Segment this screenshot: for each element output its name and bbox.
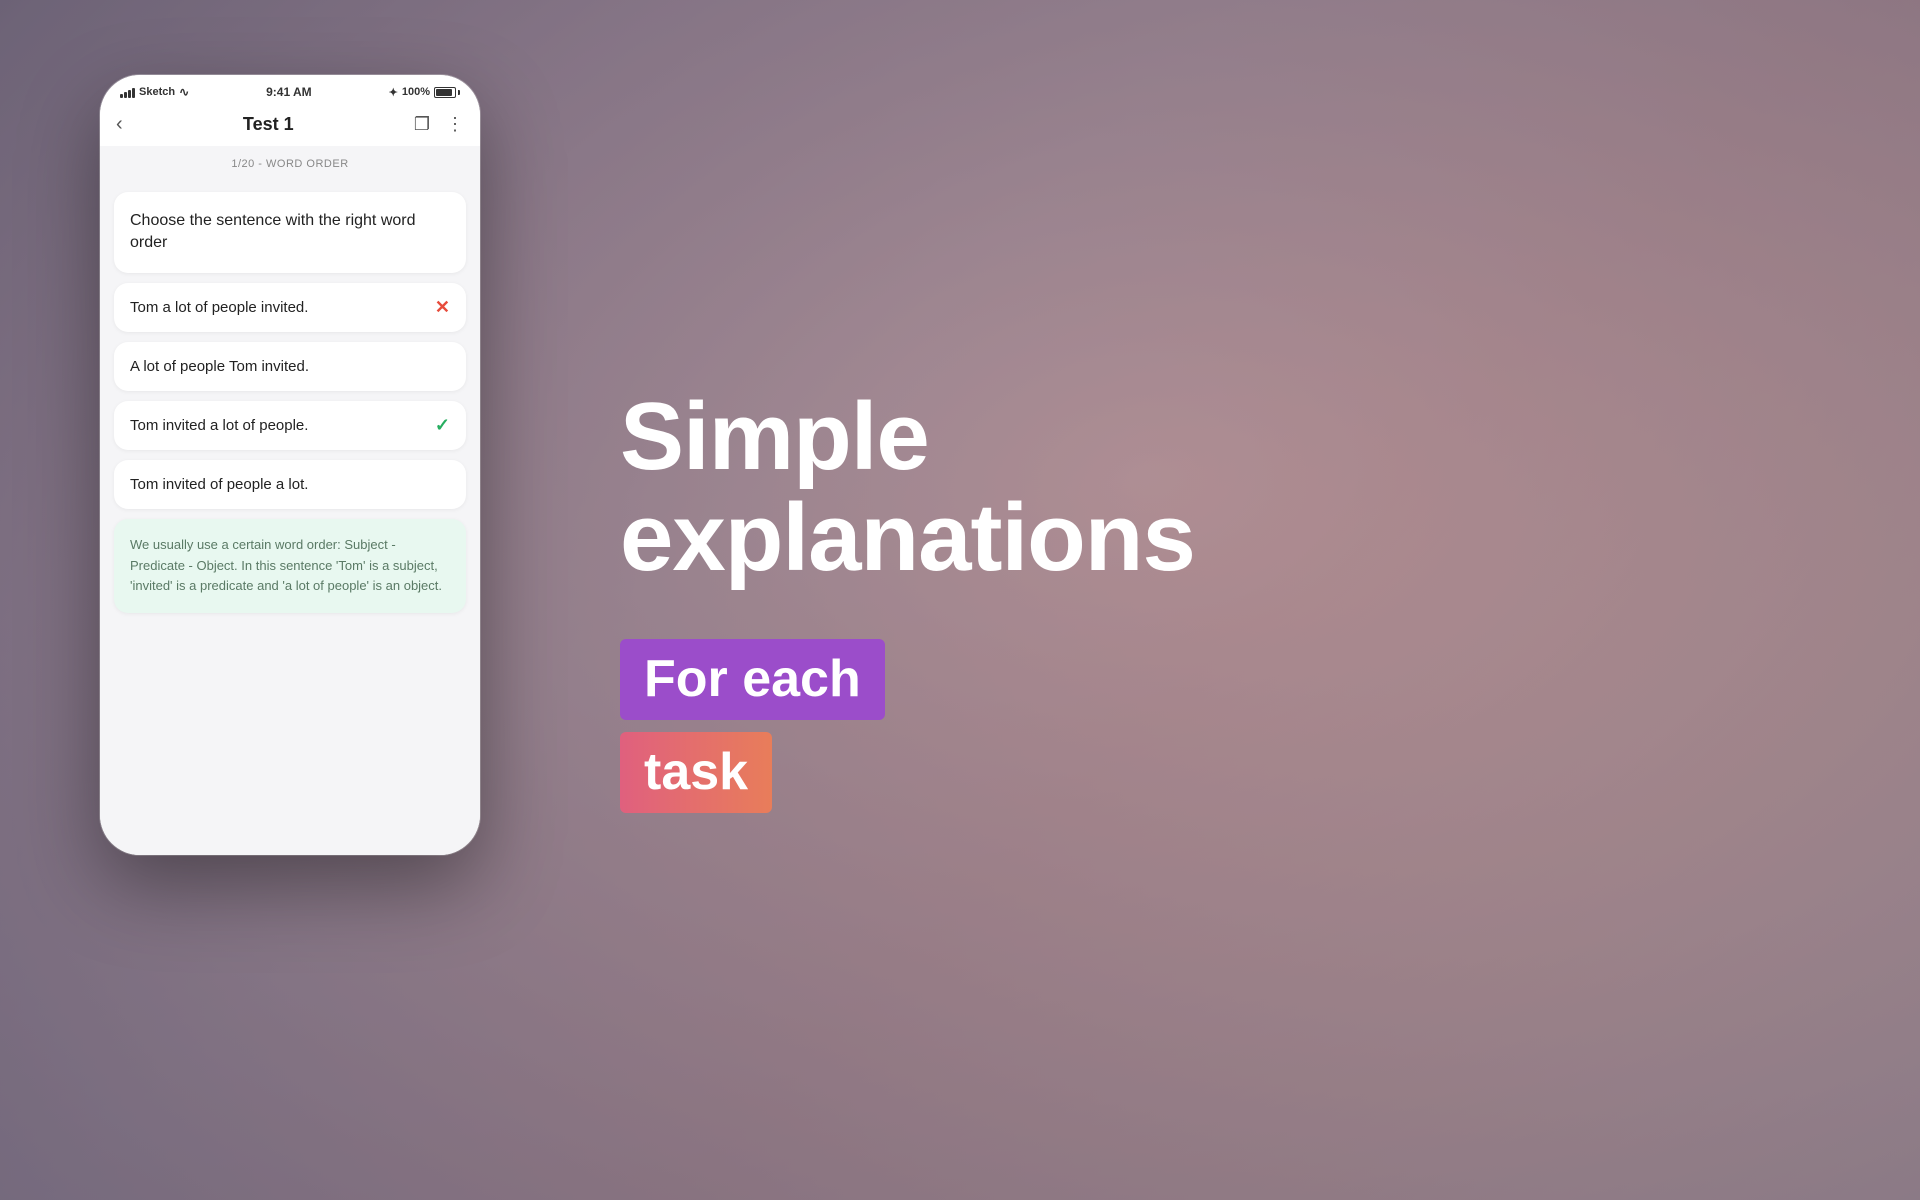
answer-option-3[interactable]: Tom invited a lot of people. ✓ bbox=[114, 401, 466, 450]
wrong-icon-1: ✕ bbox=[435, 297, 450, 318]
battery-percent: 100% bbox=[402, 86, 430, 98]
status-right: ✦ 100% bbox=[389, 86, 460, 99]
progress-section: 1/20 - WORD ORDER bbox=[100, 146, 480, 180]
question-card: Choose the sentence with the right word … bbox=[114, 192, 466, 273]
back-button[interactable]: ‹ bbox=[116, 113, 123, 136]
tag-row: For each task bbox=[620, 639, 1840, 813]
explanation-card: We usually use a certain word order: Sub… bbox=[114, 519, 466, 613]
nav-icons: ❐ ⋮ bbox=[414, 114, 464, 135]
carrier-label: Sketch bbox=[139, 86, 175, 98]
share-icon[interactable]: ❐ bbox=[414, 114, 430, 135]
phone-mockup: Sketch ∿ 9:41 AM ✦ 100% ‹ Test 1 ❐ bbox=[100, 75, 480, 855]
scroll-content[interactable]: Choose the sentence with the right word … bbox=[100, 180, 480, 855]
battery-icon bbox=[434, 87, 460, 98]
right-content: Simple explanations For each task bbox=[540, 0, 1920, 1200]
status-bar: Sketch ∿ 9:41 AM ✦ 100% bbox=[100, 75, 480, 105]
nav-bar: ‹ Test 1 ❐ ⋮ bbox=[100, 105, 480, 146]
nav-title: Test 1 bbox=[243, 114, 294, 135]
answer-text-2: A lot of people Tom invited. bbox=[130, 356, 309, 377]
answer-text-4: Tom invited of people a lot. bbox=[130, 474, 308, 495]
headline-line2: explanations bbox=[620, 484, 1195, 591]
answer-text-1: Tom a lot of people invited. bbox=[130, 297, 308, 318]
wifi-icon: ∿ bbox=[179, 85, 189, 99]
question-text: Choose the sentence with the right word … bbox=[130, 212, 416, 251]
phone-frame: Sketch ∿ 9:41 AM ✦ 100% ‹ Test 1 ❐ bbox=[100, 75, 480, 855]
answer-option-1[interactable]: Tom a lot of people invited. ✕ bbox=[114, 283, 466, 332]
answer-option-2[interactable]: A lot of people Tom invited. bbox=[114, 342, 466, 391]
signal-bars-icon bbox=[120, 86, 135, 98]
tag-task: task bbox=[620, 732, 772, 813]
headline: Simple explanations bbox=[620, 387, 1840, 589]
bluetooth-icon: ✦ bbox=[389, 86, 398, 99]
progress-label: 1/20 - WORD ORDER bbox=[231, 158, 348, 170]
correct-icon-3: ✓ bbox=[435, 415, 450, 436]
tag-for-each: For each bbox=[620, 639, 885, 720]
more-icon[interactable]: ⋮ bbox=[446, 114, 464, 135]
status-time: 9:41 AM bbox=[266, 85, 312, 99]
explanation-text: We usually use a certain word order: Sub… bbox=[130, 537, 442, 594]
headline-line1: Simple bbox=[620, 383, 929, 490]
status-left: Sketch ∿ bbox=[120, 85, 189, 99]
answer-text-3: Tom invited a lot of people. bbox=[130, 415, 308, 436]
answer-option-4[interactable]: Tom invited of people a lot. bbox=[114, 460, 466, 509]
